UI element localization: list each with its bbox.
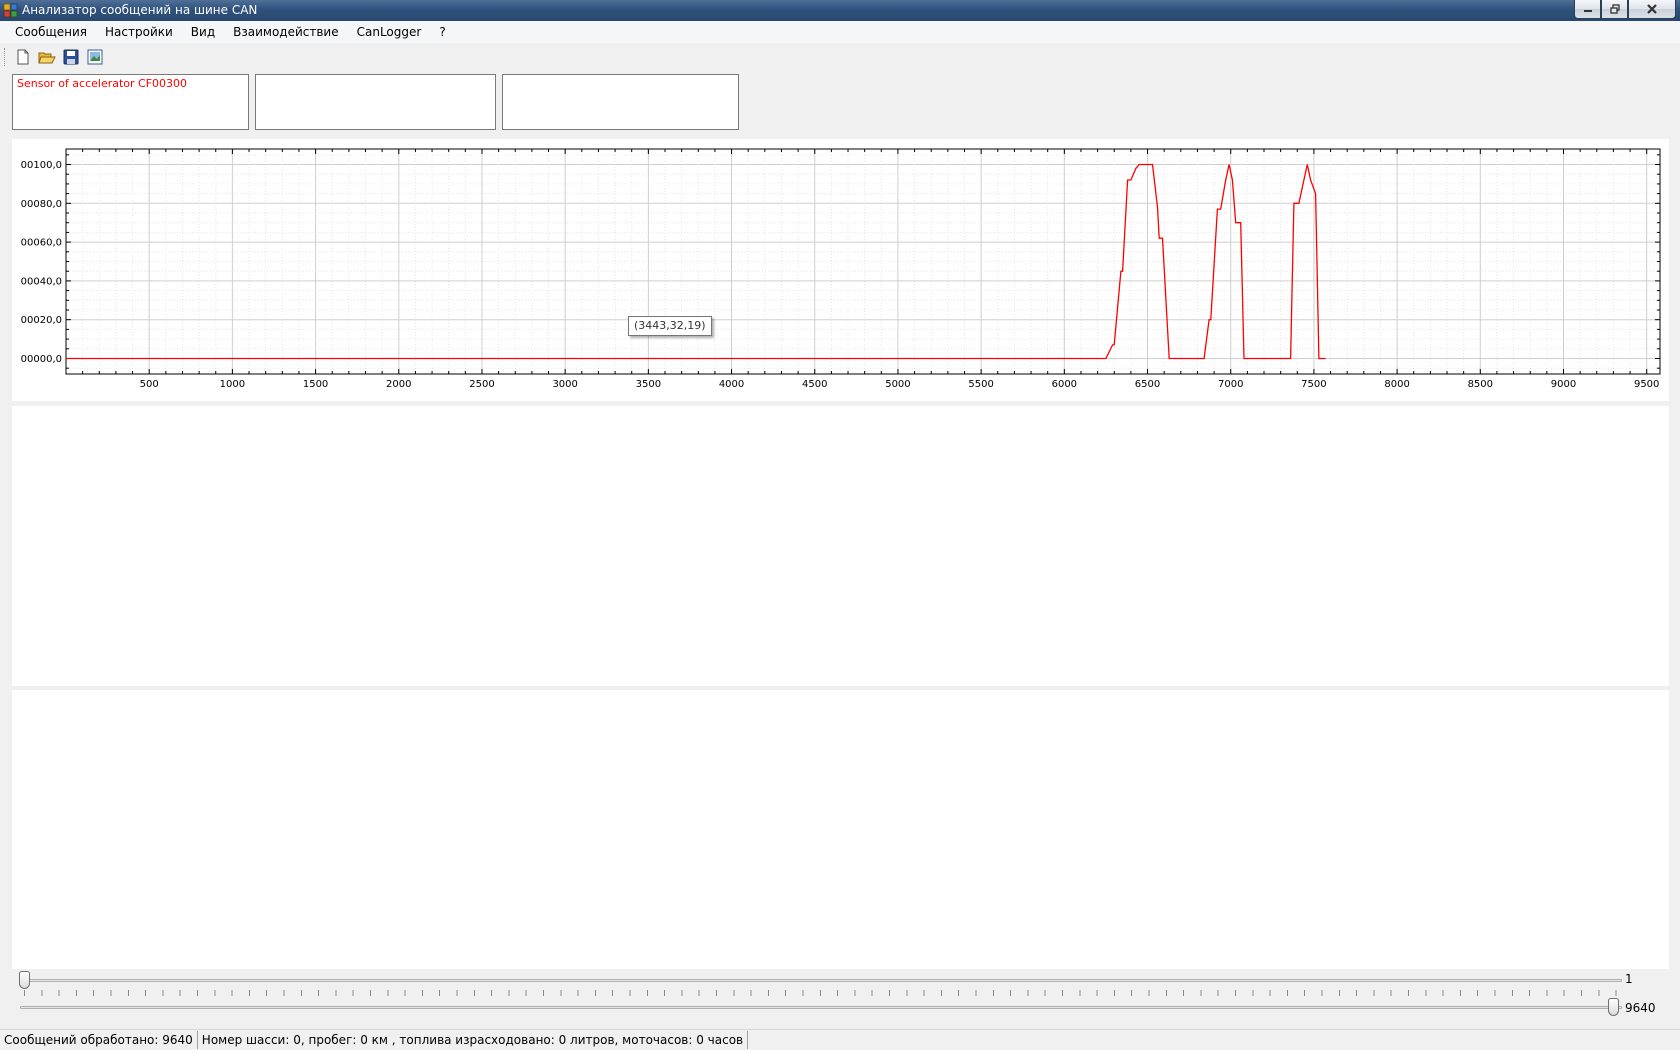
y-tick-label: 00080,0 — [21, 199, 62, 210]
chart-panel-2[interactable] — [12, 406, 1669, 686]
new-file-icon — [17, 49, 28, 65]
minimize-button[interactable] — [1574, 0, 1601, 19]
chart-tooltip: (3443,32,19) — [628, 316, 712, 336]
menu-messages[interactable]: Сообщения — [6, 21, 96, 43]
toolbar-grip[interactable] — [4, 48, 7, 66]
chart-panel-3[interactable] — [12, 690, 1669, 969]
x-tick-label: 4000 — [719, 379, 744, 390]
end-slider-value: 9640 — [1625, 1001, 1656, 1015]
x-tick-label: 9000 — [1551, 379, 1576, 390]
restore-icon — [1609, 4, 1620, 14]
status-processed: Сообщений обработано: 9640 — [0, 1031, 198, 1049]
end-slider[interactable] — [18, 993, 1624, 1018]
status-vehicle: Номер шасси: 0, пробег: 0 км , топлива и… — [198, 1031, 749, 1049]
export-image-icon — [87, 49, 102, 65]
slider-thumb[interactable] — [1608, 998, 1619, 1016]
y-tick-label: 00040,0 — [21, 276, 62, 287]
y-tick-label: 00020,0 — [21, 315, 62, 326]
signal-chart[interactable]: 500 1000 1500 2000 2500 3000 3500 4000 4500 5000 5… — [12, 139, 1669, 401]
y-tick-label: 00100,0 — [21, 160, 62, 171]
app-icon — [3, 3, 18, 18]
message-box-3[interactable] — [502, 74, 739, 130]
x-tick-label: 7500 — [1301, 379, 1326, 390]
status-bar: Сообщений обработано: 9640 Номер шасси: … — [0, 1029, 1680, 1050]
window-title: Анализатор сообщений на шине CAN — [22, 3, 258, 17]
start-slider[interactable] — [18, 969, 1624, 993]
window-controls — [1574, 0, 1676, 19]
save-button[interactable] — [60, 47, 81, 68]
message-box-1[interactable]: Sensor of accelerator CF00300 — [12, 74, 249, 130]
restore-button[interactable] — [1601, 0, 1628, 19]
y-tick-label: 00060,0 — [21, 238, 62, 249]
menu-bar: Сообщения Настройки Вид Взаимодействие C… — [0, 21, 1680, 43]
x-tick-label: 7000 — [1218, 379, 1243, 390]
x-tick-label: 500 — [140, 379, 159, 390]
menu-interaction[interactable]: Взаимодействие — [224, 21, 347, 43]
save-icon — [63, 49, 78, 65]
message-box-label: Sensor of accelerator CF00300 — [17, 77, 188, 90]
close-button[interactable] — [1628, 0, 1676, 19]
toolbar — [0, 44, 1680, 70]
close-icon — [1647, 4, 1657, 14]
menu-view[interactable]: Вид — [182, 21, 224, 43]
export-image-button[interactable] — [84, 47, 105, 68]
menu-canlogger[interactable]: CanLogger — [348, 21, 431, 43]
x-tick-label: 8500 — [1468, 379, 1493, 390]
x-tick-label: 3000 — [552, 379, 577, 390]
x-tick-label: 5500 — [968, 379, 993, 390]
x-tick-label: 2500 — [469, 379, 494, 390]
plot-frame — [65, 148, 1661, 375]
slider-track — [20, 1006, 1622, 1009]
slider-thumb[interactable] — [19, 971, 30, 989]
minimize-icon — [1583, 10, 1592, 12]
x-tick-label: 1000 — [220, 379, 245, 390]
menu-settings[interactable]: Настройки — [96, 21, 182, 43]
start-slider-value: 1 — [1625, 972, 1633, 986]
menu-help[interactable]: ? — [430, 21, 454, 43]
new-button[interactable] — [12, 47, 33, 68]
x-tick-label: 5000 — [885, 379, 910, 390]
chart-panel-1: 500 1000 1500 2000 2500 3000 3500 4000 4500 5000 5… — [12, 139, 1669, 401]
open-button[interactable] — [36, 47, 57, 68]
slider-ticks — [24, 993, 1618, 996]
x-tick-label: 6500 — [1135, 379, 1160, 390]
title-bar: Анализатор сообщений на шине CAN — [0, 0, 1680, 21]
open-folder-icon — [37, 52, 56, 64]
x-tick-label: 3500 — [636, 379, 661, 390]
x-tick-label: 2000 — [386, 379, 411, 390]
message-box-2[interactable] — [255, 74, 496, 130]
slider-track — [20, 979, 1622, 982]
x-tick-label: 6000 — [1052, 379, 1077, 390]
y-tick-label: 00000,0 — [21, 354, 62, 365]
x-tick-label: 8000 — [1384, 379, 1409, 390]
x-tick-label: 9500 — [1634, 379, 1659, 390]
x-tick-label: 1500 — [303, 379, 328, 390]
x-tick-label: 4500 — [802, 379, 827, 390]
